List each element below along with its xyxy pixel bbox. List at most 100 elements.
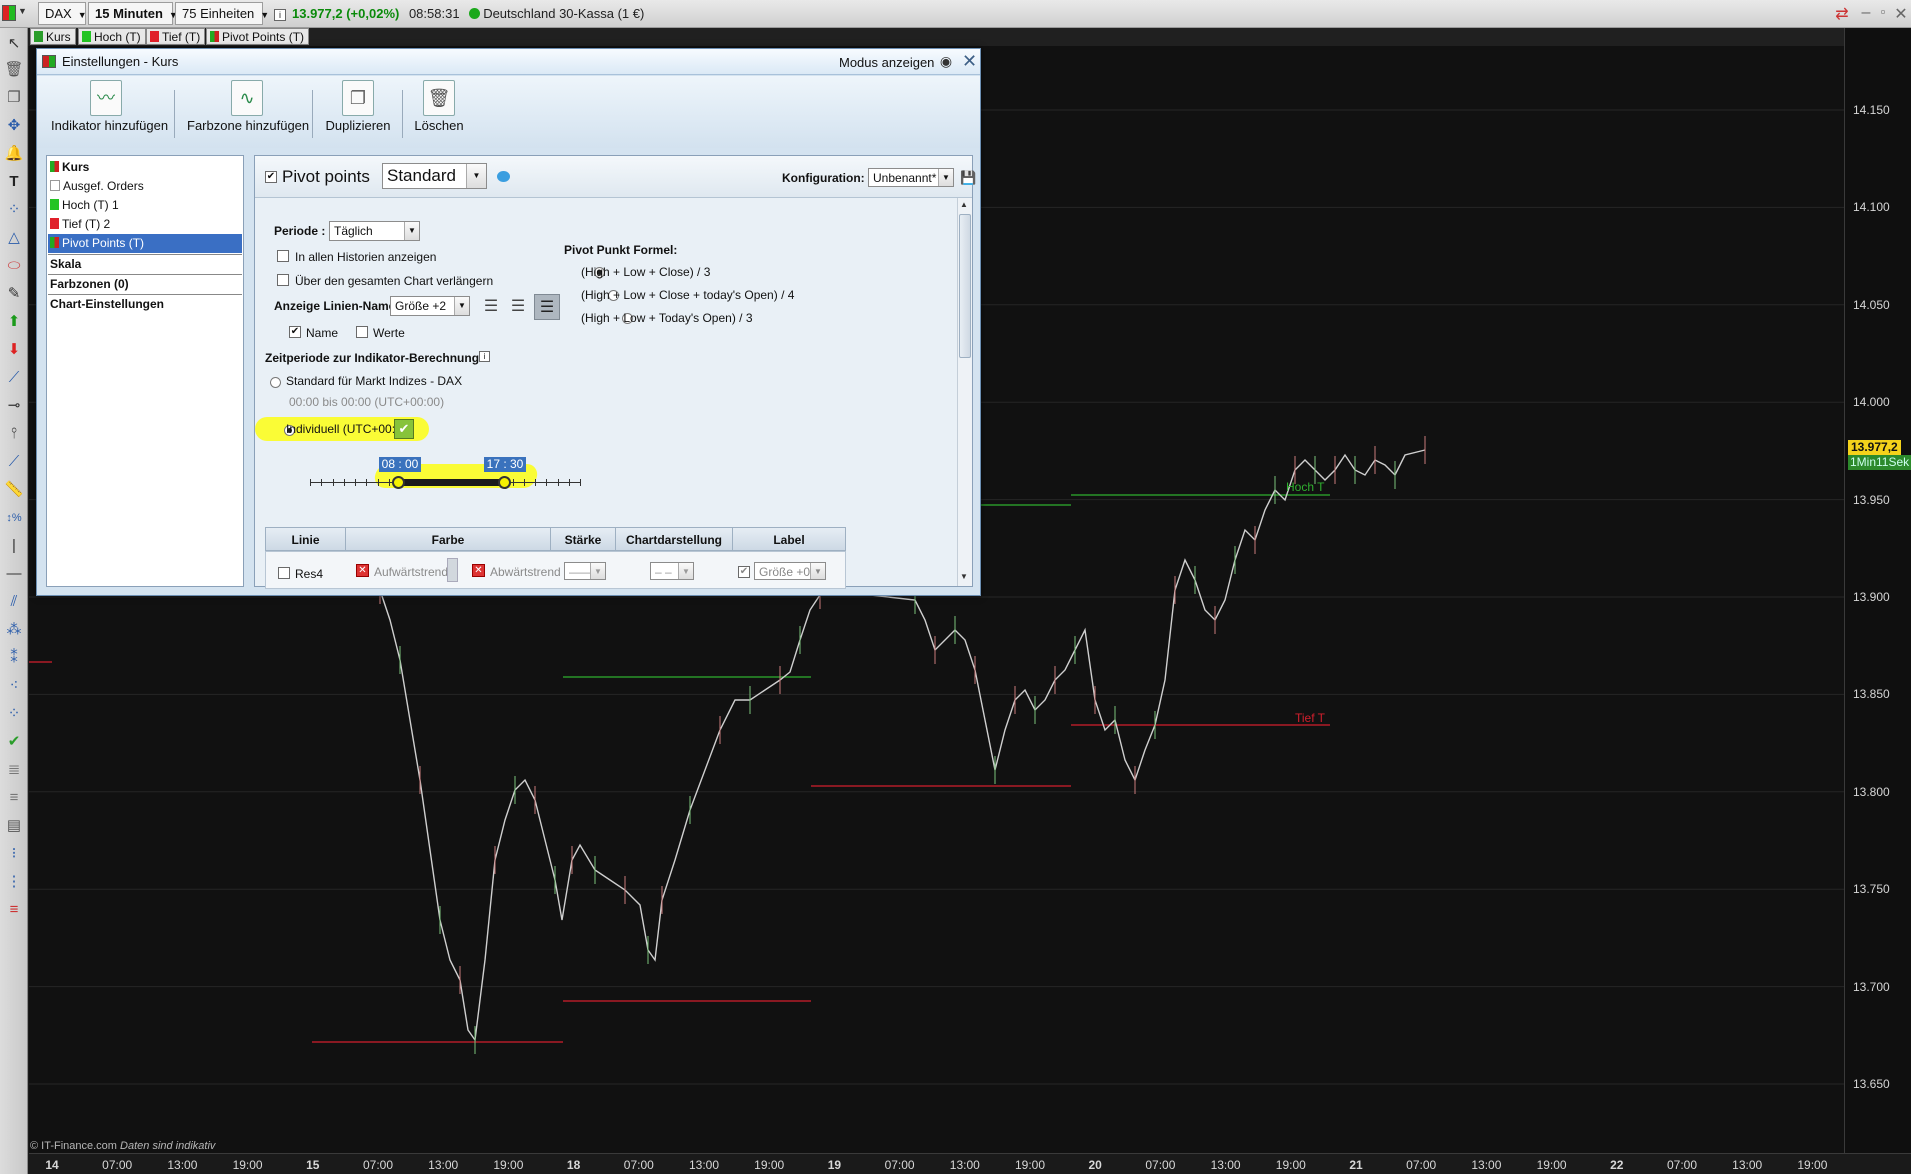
standard-timeframe-radio[interactable]	[270, 377, 281, 388]
tree-item-label: Ausgef. Orders	[63, 179, 144, 193]
color-link-icon[interactable]	[447, 558, 458, 582]
enable-indicator-checkbox[interactable]: ✔	[265, 171, 277, 183]
vertical-line-icon[interactable]: ⫯	[3, 424, 25, 444]
points-icon[interactable]: ⁘	[3, 200, 25, 220]
tree-item-orders[interactable]: Ausgef. Orders	[48, 177, 242, 196]
show-all-history-checkbox[interactable]	[277, 250, 289, 262]
alert-bell-icon[interactable]: 🔔	[3, 144, 25, 164]
add-indicator-button[interactable]: 〰 Indikator hinzufügen	[51, 80, 168, 146]
config-value: Unbenannt*	[873, 171, 937, 185]
dialog-titlebar[interactable]: Einstellungen - Kurs Modus anzeigen ◉ ✕	[37, 49, 980, 75]
tab-pivot-points[interactable]: Pivot Points (T)	[206, 28, 310, 45]
horizontal-line-icon[interactable]: —	[3, 564, 25, 584]
uptrend-color-swatch[interactable]: ✕	[356, 564, 369, 577]
duplicate-button[interactable]: ❐ Duplizieren	[323, 80, 393, 146]
close-icon[interactable]: ✕	[962, 51, 977, 72]
trendline-icon[interactable]: ⟋	[3, 368, 25, 388]
tab-hoch[interactable]: Hoch (T)	[78, 28, 146, 45]
timeframe-select[interactable]: 15 Minuten ▼	[88, 2, 178, 25]
scroll-thumb[interactable]	[959, 214, 971, 358]
close-icon[interactable]: ✕	[1891, 4, 1911, 24]
align-left-icon[interactable]: ☰	[480, 296, 502, 318]
label-checkbox[interactable]: ✔	[738, 566, 750, 578]
time-slider-end-handle[interactable]	[498, 476, 511, 489]
label-size-select[interactable]: Größe +0 ▼	[754, 562, 826, 580]
tree-item-skala[interactable]: Skala	[48, 255, 242, 274]
chart-style-select[interactable]: – – ▼	[650, 562, 694, 580]
trash-icon[interactable]: 🗑	[3, 60, 25, 80]
time-axis[interactable]: 14 07:00 13:00 19:00 15 07:00 13:00 19:00 18 07:0…	[29, 1153, 1911, 1174]
wave-icon[interactable]: ⁖	[3, 676, 25, 696]
pitchfork-icon[interactable]: ⁂	[3, 620, 25, 640]
period-select[interactable]: Täglich ▼	[329, 221, 420, 241]
fib-time-icon[interactable]: ⁝	[3, 844, 25, 864]
col-header-line: Linie	[265, 527, 346, 551]
text-icon[interactable]: T	[3, 172, 25, 192]
align-center-icon[interactable]: ☰	[507, 296, 529, 318]
panel-scrollbar[interactable]: ▲ ▼	[957, 198, 972, 586]
fib-arc-icon[interactable]: ⋮	[3, 872, 25, 892]
tab-kurs[interactable]: Kurs	[30, 28, 76, 45]
fibonacci-icon[interactable]: ≣	[3, 760, 25, 780]
triangle-icon[interactable]: △	[3, 228, 25, 248]
values-checkbox[interactable]	[356, 326, 368, 338]
copy-icon[interactable]: ❐	[3, 88, 25, 108]
add-colorzone-button[interactable]: ∿ Farbzone hinzufügen	[187, 80, 309, 146]
tree-item-chart-settings[interactable]: Chart-Einstellungen	[48, 295, 242, 314]
delete-button[interactable]: 🗑 Löschen	[409, 80, 469, 146]
vertical-bar-icon[interactable]: |	[3, 536, 25, 556]
units-label: 75 Einheiten	[182, 6, 255, 21]
time-slider-start-handle[interactable]	[392, 476, 405, 489]
fib-retracement-icon[interactable]: ≡	[3, 900, 25, 920]
tree-item-tief[interactable]: Tief (T) 2	[48, 215, 242, 234]
price-axis[interactable]: 14.150 14.100 14.050 14.000 13.950 13.900 13.8…	[1844, 28, 1911, 1153]
time-tick-label: 07:00	[1406, 1158, 1437, 1172]
gann-icon[interactable]: ⟋	[3, 452, 25, 472]
extend-chart-checkbox[interactable]	[277, 274, 289, 286]
dropdown-arrow-icon[interactable]: ▼	[18, 6, 27, 16]
segment-icon[interactable]: ⊸	[3, 396, 25, 416]
ruler-icon[interactable]: 📏	[3, 480, 25, 500]
fan-icon[interactable]: ⁘	[3, 704, 25, 724]
align-right-icon[interactable]: ☰	[534, 294, 560, 320]
info-icon[interactable]: i	[479, 351, 490, 362]
cursor-icon[interactable]: ↖	[3, 34, 25, 54]
info-icon[interactable]: i	[274, 9, 286, 21]
scroll-down-icon[interactable]: ▼	[960, 572, 968, 581]
eye-icon[interactable]: ◉	[936, 53, 956, 71]
config-select[interactable]: Unbenannt* ▼	[868, 168, 954, 187]
tab-tief[interactable]: Tief (T)	[146, 28, 206, 45]
percent-icon[interactable]: ↕%	[3, 508, 25, 528]
crosshair-icon[interactable]: ✥	[3, 116, 25, 136]
indicator-type-select[interactable]: Standard ▼	[382, 163, 487, 189]
tree-item-kurs[interactable]: Kurs	[48, 158, 242, 177]
sync-icon[interactable]: ⇄	[1832, 4, 1852, 24]
tree-item-pivot-points[interactable]: Pivot Points (T)	[48, 234, 242, 253]
slider-tick	[580, 479, 581, 486]
arrow-up-icon[interactable]: ⬆	[3, 312, 25, 332]
scroll-up-icon[interactable]: ▲	[960, 200, 968, 209]
save-icon[interactable]: 💾	[960, 170, 976, 186]
help-bubble-icon[interactable]	[497, 171, 510, 182]
fib-extension-icon[interactable]: ▤	[3, 816, 25, 836]
tree-item-hoch[interactable]: Hoch (T) 1	[48, 196, 242, 215]
pencil-icon[interactable]: ✎	[3, 284, 25, 304]
elliott-icon[interactable]: ⁑	[3, 648, 25, 668]
row-enable-checkbox[interactable]	[278, 567, 290, 579]
name-label: Name	[306, 326, 339, 340]
fib-fan-icon[interactable]: ≡	[3, 788, 25, 808]
line-name-size-select[interactable]: Größe +2 ▼	[390, 296, 470, 316]
line-width-select[interactable]: —— ▼	[564, 562, 606, 580]
channel-icon[interactable]: ⫽	[3, 592, 25, 612]
tree-item-farbzonen[interactable]: Farbzonen (0)	[48, 275, 242, 294]
maximize-icon[interactable]: ▫	[1873, 4, 1893, 19]
apply-check-icon[interactable]: ✔	[394, 419, 414, 439]
downtrend-color-swatch[interactable]: ✕	[472, 564, 485, 577]
instrument-select[interactable]: DAX ▼	[38, 2, 87, 25]
ellipse-icon[interactable]: ⬭	[3, 256, 25, 276]
checkmark-icon[interactable]: ✔	[3, 732, 25, 752]
arrow-down-icon[interactable]: ⬇	[3, 340, 25, 360]
name-checkbox[interactable]: ✔	[289, 326, 301, 338]
units-select[interactable]: 75 Einheiten ▼	[175, 2, 269, 25]
mode-toggle-link[interactable]: Modus anzeigen	[839, 55, 934, 70]
